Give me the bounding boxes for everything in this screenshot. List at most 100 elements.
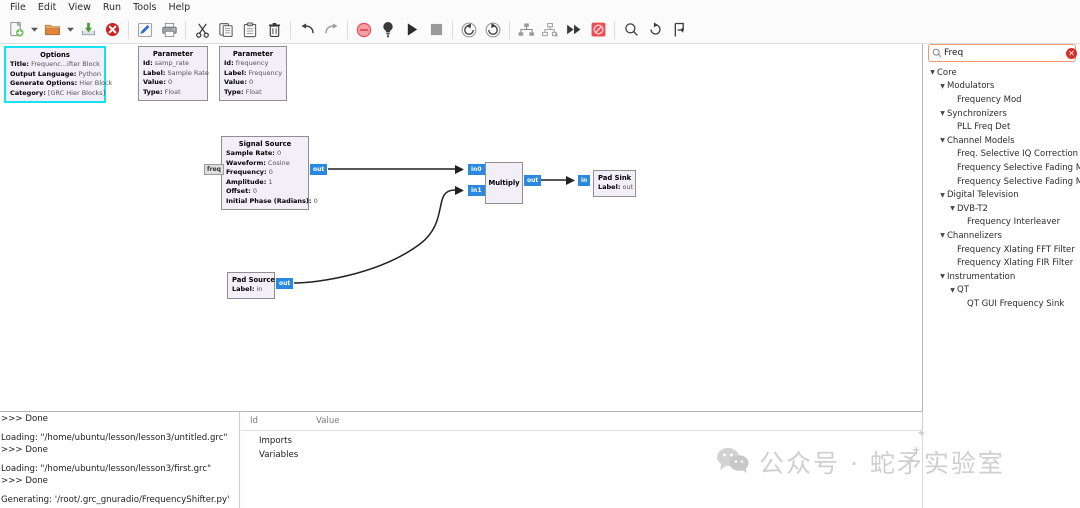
tree-item-frequency-xlating-fft-filter[interactable]: Frequency Xlating FFT Filter: [924, 243, 1080, 257]
menu-item-run[interactable]: Run: [97, 0, 127, 16]
tree-item-channelizers[interactable]: ▼ Channelizers: [924, 229, 1080, 243]
tree-item-modulators[interactable]: ▼ Modulators: [924, 80, 1080, 94]
create-hier-button[interactable]: [514, 18, 538, 42]
parameter-block-frequency[interactable]: Parameter Id: frequency Label: Frequency Va…: [219, 46, 287, 101]
paste-button[interactable]: [238, 18, 262, 42]
close-button[interactable]: [100, 18, 124, 42]
block-param-key: Category:: [10, 88, 46, 97]
multiply-out-port[interactable]: out: [524, 175, 542, 186]
more-button[interactable]: [562, 18, 586, 42]
block-param-row: Type: Float: [224, 88, 282, 98]
error-badge-icon: [591, 22, 606, 37]
save-button[interactable]: [76, 18, 100, 42]
stop-button[interactable]: [424, 18, 448, 42]
copy-button[interactable]: [214, 18, 238, 42]
find-button[interactable]: [619, 18, 643, 42]
block-param-key: Type:: [143, 87, 163, 96]
cut-button[interactable]: [190, 18, 214, 42]
signal-source-out-port[interactable]: out: [310, 164, 328, 175]
play-triangle-icon: [405, 22, 419, 37]
column-header-value[interactable]: Value: [311, 416, 340, 426]
menu-item-tools[interactable]: Tools: [127, 0, 162, 16]
toolbar-separator: [614, 20, 615, 39]
chevron-down-icon[interactable]: ▼: [938, 192, 947, 199]
menu-item-edit[interactable]: Edit: [32, 0, 62, 16]
delete-button[interactable]: [262, 18, 286, 42]
tree-item-channel-models[interactable]: ▼ Channel Models: [924, 134, 1080, 148]
tree-item-frequency-mod[interactable]: Frequency Mod: [924, 93, 1080, 107]
block-search-row[interactable]: ✕: [928, 44, 1077, 62]
tree-item-synchronizers[interactable]: ▼ Synchronizers: [924, 107, 1080, 121]
pad-source-out-port[interactable]: out: [276, 278, 294, 289]
new-flowgraph-button[interactable]: [4, 18, 28, 42]
error-button[interactable]: [586, 18, 610, 42]
tree-item-pll-freq-det[interactable]: PLL Freq Det: [924, 120, 1080, 134]
tree-item-instrumentation[interactable]: ▼ Instrumentation: [924, 270, 1080, 284]
chevron-down-icon[interactable]: ▼: [948, 287, 957, 294]
menu-item-help[interactable]: Help: [162, 0, 196, 16]
flag-button[interactable]: [667, 18, 691, 42]
flowgraph-canvas-area[interactable]: Options Title: Frequenc...ifter Block Outp…: [0, 44, 923, 412]
chevron-down-icon[interactable]: ▼: [938, 273, 947, 280]
disable-block-button[interactable]: [352, 18, 376, 42]
multiply-block[interactable]: Multiply: [485, 162, 523, 204]
chevron-down-icon[interactable]: ▼: [938, 137, 947, 144]
multiply-in0-port[interactable]: in0: [468, 164, 485, 175]
signal-source-freq-msg-port[interactable]: freq: [204, 164, 224, 175]
variables-row[interactable]: Imports: [241, 434, 923, 448]
block-param-row: Output Language: Python: [10, 70, 101, 80]
reload-button[interactable]: [643, 18, 667, 42]
chevron-down-icon[interactable]: ▼: [938, 110, 947, 117]
clear-search-icon[interactable]: ✕: [1066, 47, 1077, 59]
pad-source-block[interactable]: Pad Source Label: in: [227, 272, 275, 299]
fast-forward-icon: [566, 24, 582, 35]
block-param-value: out: [620, 183, 634, 191]
pad-sink-in-port[interactable]: in: [578, 175, 591, 186]
chevron-down-icon[interactable]: ▼: [928, 69, 937, 76]
tree-item-label: Frequency Xlating FFT Filter: [957, 244, 1075, 255]
enable-block-button[interactable]: [376, 18, 400, 42]
tree-item-frequency-interleaver[interactable]: Frequency Interleaver: [924, 216, 1080, 230]
new-flowgraph-dropdown[interactable]: [28, 18, 40, 42]
console-log-panel[interactable]: >>> Done Loading: "/home/ubuntu/lesson/le…: [0, 412, 240, 508]
execute-button[interactable]: [400, 18, 424, 42]
block-param-key: Label:: [598, 183, 621, 191]
variables-row[interactable]: Variables: [241, 448, 923, 462]
open-dropdown[interactable]: [64, 18, 76, 42]
tree-item-digital-television[interactable]: ▼ Digital Television: [924, 188, 1080, 202]
rotate-right-button[interactable]: [481, 18, 505, 42]
menu-item-file[interactable]: File: [4, 0, 32, 16]
tree-item-freq-selective-iq-correction[interactable]: Freq. Selective IQ Correction: [924, 148, 1080, 162]
tree-item-qt-gui-frequency-sink[interactable]: QT GUI Frequency Sink: [924, 297, 1080, 311]
rotate-left-button[interactable]: [457, 18, 481, 42]
tree-item-frequency-selective-fading-mo[interactable]: Frequency Selective Fading Mo: [924, 161, 1080, 175]
tree-item-label: Instrumentation: [947, 271, 1016, 282]
tree-item-frequency-selective-fading-mo[interactable]: Frequency Selective Fading Mo: [924, 175, 1080, 189]
multiply-in1-port[interactable]: in1: [468, 185, 485, 196]
chevron-down-icon[interactable]: ▼: [938, 232, 947, 239]
open-button[interactable]: [40, 18, 64, 42]
edit-properties-button[interactable]: [133, 18, 157, 42]
search-input[interactable]: [942, 46, 1066, 60]
block-tree[interactable]: ▼ Core ▼ Modulators Frequency Mod ▼ Synchroniz…: [924, 66, 1080, 506]
signal-source-block[interactable]: Signal Source Sample Rate: 0 Waveform: Cos…: [221, 136, 318, 210]
tree-item-frequency-xlating-fir-filter[interactable]: Frequency Xlating FIR Filter: [924, 256, 1080, 270]
tree-item-core[interactable]: ▼ Core: [924, 66, 1080, 80]
remove-hier-button[interactable]: x: [538, 18, 562, 42]
chevron-down-icon[interactable]: ▼: [938, 83, 947, 90]
undo-button[interactable]: [295, 18, 319, 42]
redo-button[interactable]: [319, 18, 343, 42]
menu-item-view[interactable]: View: [62, 0, 97, 16]
disable-circle-icon: [356, 22, 372, 38]
column-header-id[interactable]: Id: [241, 416, 311, 426]
block-param-key: Value:: [224, 78, 247, 86]
chevron-down-icon[interactable]: ▼: [948, 205, 957, 212]
options-block[interactable]: Options Title: Frequenc...ifter Block Outp…: [4, 46, 112, 103]
flowgraph-canvas[interactable]: Options Title: Frequenc...ifter Block Outp…: [0, 44, 922, 411]
tree-item-dvb-t2[interactable]: ▼ DVB-T2: [924, 202, 1080, 216]
print-button[interactable]: [157, 18, 181, 42]
parameter-block-samp-rate[interactable]: Parameter Id: samp_rate Label: Sample Rate…: [138, 46, 209, 101]
watermark-plus-2: +: [912, 445, 921, 456]
pad-sink-block[interactable]: Pad Sink Label: out: [593, 170, 636, 197]
tree-item-qt[interactable]: ▼ QT: [924, 284, 1080, 298]
